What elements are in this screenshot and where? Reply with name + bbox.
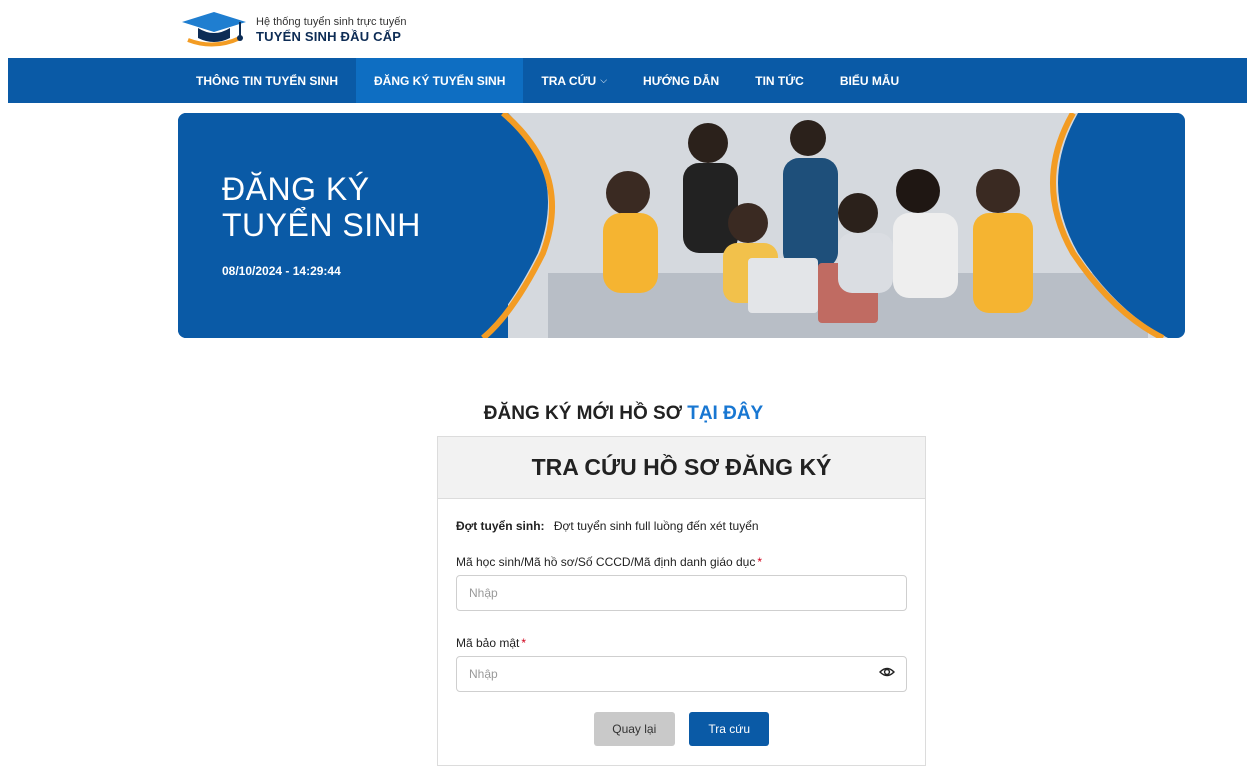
- nav-item-label: ĐĂNG KÝ TUYỂN SINH: [374, 73, 506, 88]
- nav-item-news[interactable]: TIN TỨC: [737, 58, 822, 103]
- student-id-label-text: Mã học sinh/Mã hồ sơ/Số CCCD/Mã định dan…: [456, 555, 756, 569]
- lookup-form-card: TRA CỨU HỒ SƠ ĐĂNG KÝ Đợt tuyển sinh: Đợ…: [437, 436, 926, 766]
- form-actions: Quay lại Tra cứu: [456, 712, 907, 746]
- hero-banner: ĐĂNG KÝ TUYỂN SINH 08/10/2024 - 14:29:44: [178, 113, 1185, 338]
- security-code-label: Mã bảo mật *: [456, 636, 907, 650]
- banner-title-line2: TUYỂN SINH: [222, 207, 421, 243]
- main-nav: THÔNG TIN TUYỂN SINH ĐĂNG KÝ TUYỂN SINH …: [8, 58, 1247, 103]
- nav-item-label: THÔNG TIN TUYỂN SINH: [196, 73, 339, 88]
- required-mark: *: [757, 555, 763, 569]
- nav-item-register[interactable]: ĐĂNG KÝ TUYỂN SINH: [356, 58, 524, 103]
- security-code-label-text: Mã bảo mật: [456, 636, 520, 650]
- card-title: TRA CỨU HỒ SƠ ĐĂNG KÝ: [438, 437, 925, 499]
- graduation-cap-icon: [178, 10, 250, 50]
- banner-datetime: 08/10/2024 - 14:29:44: [222, 264, 341, 278]
- register-new-heading: ĐĂNG KÝ MỚI HỒ SƠ TẠI ĐÂY: [0, 403, 1247, 425]
- logo-subtitle: Hệ thống tuyển sinh trực tuyến: [256, 16, 407, 28]
- register-prefix: ĐĂNG KÝ MỚI HỒ SƠ: [483, 403, 682, 424]
- banner-title-line1: ĐĂNG KÝ: [222, 171, 370, 207]
- security-code-input[interactable]: [456, 656, 907, 692]
- nav-item-label: TRA CỨU: [541, 73, 597, 88]
- admission-round-label: Đợt tuyển sinh:: [456, 519, 545, 533]
- lookup-button[interactable]: Tra cứu: [689, 712, 770, 746]
- required-mark: *: [521, 636, 527, 650]
- top-header: Hệ thống tuyển sinh trực tuyến TUYỂN SIN…: [0, 0, 1247, 58]
- student-id-input[interactable]: [456, 575, 907, 611]
- chevron-down-icon: ⌵: [600, 75, 608, 85]
- nav-item-guide[interactable]: HƯỚNG DẪN: [625, 58, 737, 103]
- eye-icon[interactable]: [879, 664, 895, 680]
- admission-round-row: Đợt tuyển sinh: Đợt tuyển sinh full luồn…: [456, 519, 907, 533]
- site-logo[interactable]: Hệ thống tuyển sinh trực tuyến TUYỂN SIN…: [178, 10, 406, 50]
- nav-item-label: BIỂU MẪU: [839, 73, 900, 88]
- student-id-label: Mã học sinh/Mã hồ sơ/Số CCCD/Mã định dan…: [456, 555, 907, 569]
- nav-item-label: HƯỚNG DẪN: [643, 73, 720, 88]
- nav-item-admission-info[interactable]: THÔNG TIN TUYỂN SINH: [178, 58, 356, 103]
- back-button[interactable]: Quay lại: [593, 712, 675, 746]
- register-here-link[interactable]: TẠI ĐÂY: [687, 403, 763, 424]
- nav-item-label: TIN TỨC: [755, 73, 804, 88]
- student-id-field: Mã học sinh/Mã hồ sơ/Số CCCD/Mã định dan…: [456, 555, 907, 611]
- logo-title: TUYỂN SINH ĐẦU CẤP: [256, 29, 402, 44]
- admission-round-value: Đợt tuyển sinh full luồng đến xét tuyển: [553, 519, 759, 533]
- security-code-field: Mã bảo mật *: [456, 636, 907, 692]
- nav-item-lookup[interactable]: TRA CỨU ⌵: [523, 58, 625, 103]
- nav-item-forms[interactable]: BIỂU MẪU: [822, 58, 917, 103]
- banner-title: ĐĂNG KÝ TUYỂN SINH: [222, 171, 421, 243]
